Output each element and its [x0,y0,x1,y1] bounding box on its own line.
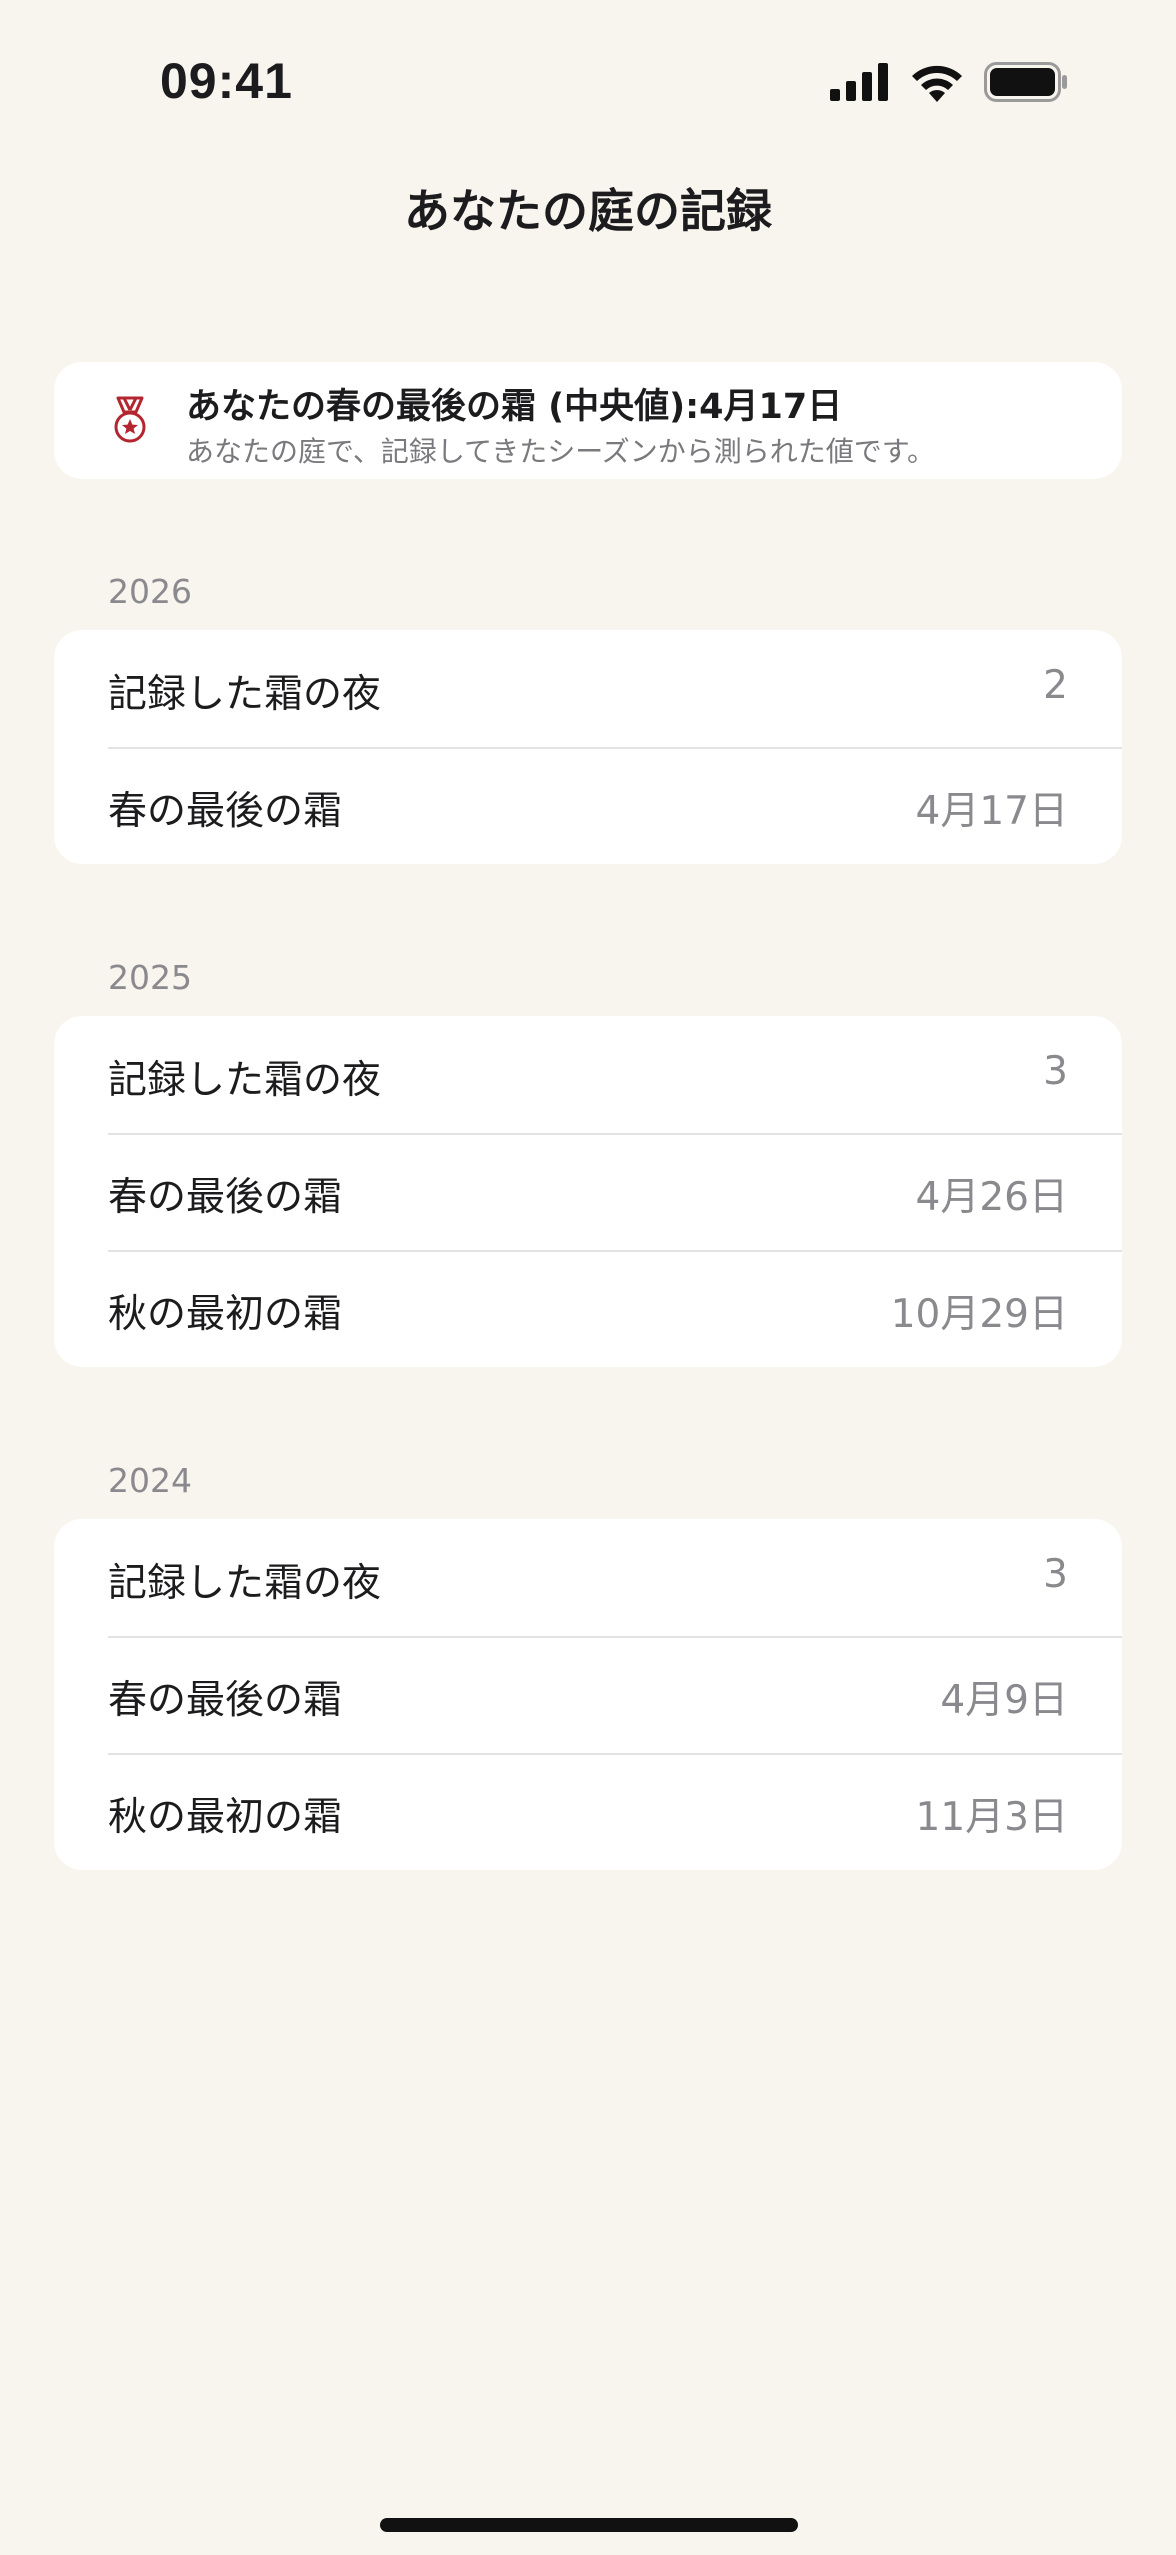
home-indicator[interactable] [380,2518,798,2532]
page-title: あなたの庭の記録 [404,184,772,238]
season-year-label: 2026 [108,572,192,611]
list-item: 秋の最初の霜 10月29日 [54,1250,1122,1367]
list-item: 春の最後の霜 4月17日 [54,747,1122,864]
row-value: 3 [1043,1049,1068,1094]
row-value: 10月29日 [890,1292,1068,1337]
row-value: 4月26日 [915,1175,1068,1220]
wifi-icon [912,65,962,102]
list-item: 記録した霜の夜 3 [54,1016,1122,1133]
battery-icon [984,62,1067,102]
row-value: 3 [1043,1552,1068,1597]
status-bar: 09:41 [0,0,1176,170]
season-year-label: 2024 [108,1461,192,1500]
season-card-2024: 記録した霜の夜 3 春の最後の霜 4月9日 秋の最初の霜 11月3日 [54,1519,1122,1870]
cellular-signal-icon [830,63,888,101]
list-item: 春の最後の霜 4月9日 [54,1636,1122,1753]
summary-subtitle: あなたの庭で、記録してきたシーズンから測られた値です。 [186,435,936,468]
summary-title: あなたの春の最後の霜 (中央値):4月17日 [186,387,843,427]
list-item: 春の最後の霜 4月26日 [54,1133,1122,1250]
list-item: 秋の最初の霜 11月3日 [54,1753,1122,1870]
medal-icon [110,396,150,448]
row-label: 春の最後の霜 [108,1678,343,1723]
season-card-2025: 記録した霜の夜 3 春の最後の霜 4月26日 秋の最初の霜 10月29日 [54,1016,1122,1367]
row-label: 記録した霜の夜 [108,1561,382,1606]
row-value: 4月9日 [940,1678,1068,1723]
season-year-label: 2025 [108,958,192,997]
row-value: 4月17日 [915,789,1068,834]
list-item: 記録した霜の夜 3 [54,1519,1122,1636]
list-item: 記録した霜の夜 2 [54,630,1122,747]
row-label: 記録した霜の夜 [108,1058,382,1103]
row-label: 秋の最初の霜 [108,1292,343,1337]
row-label: 春の最後の霜 [108,789,343,834]
summary-card: あなたの春の最後の霜 (中央値):4月17日 あなたの庭で、記録してきたシーズン… [54,362,1122,479]
status-icons [830,62,1068,102]
season-card-2026: 記録した霜の夜 2 春の最後の霜 4月17日 [54,630,1122,864]
status-time: 09:41 [160,53,293,109]
row-label: 秋の最初の霜 [108,1795,343,1840]
row-value: 11月3日 [915,1795,1068,1840]
row-value: 2 [1043,663,1068,708]
row-label: 記録した霜の夜 [108,672,382,717]
row-label: 春の最後の霜 [108,1175,343,1220]
